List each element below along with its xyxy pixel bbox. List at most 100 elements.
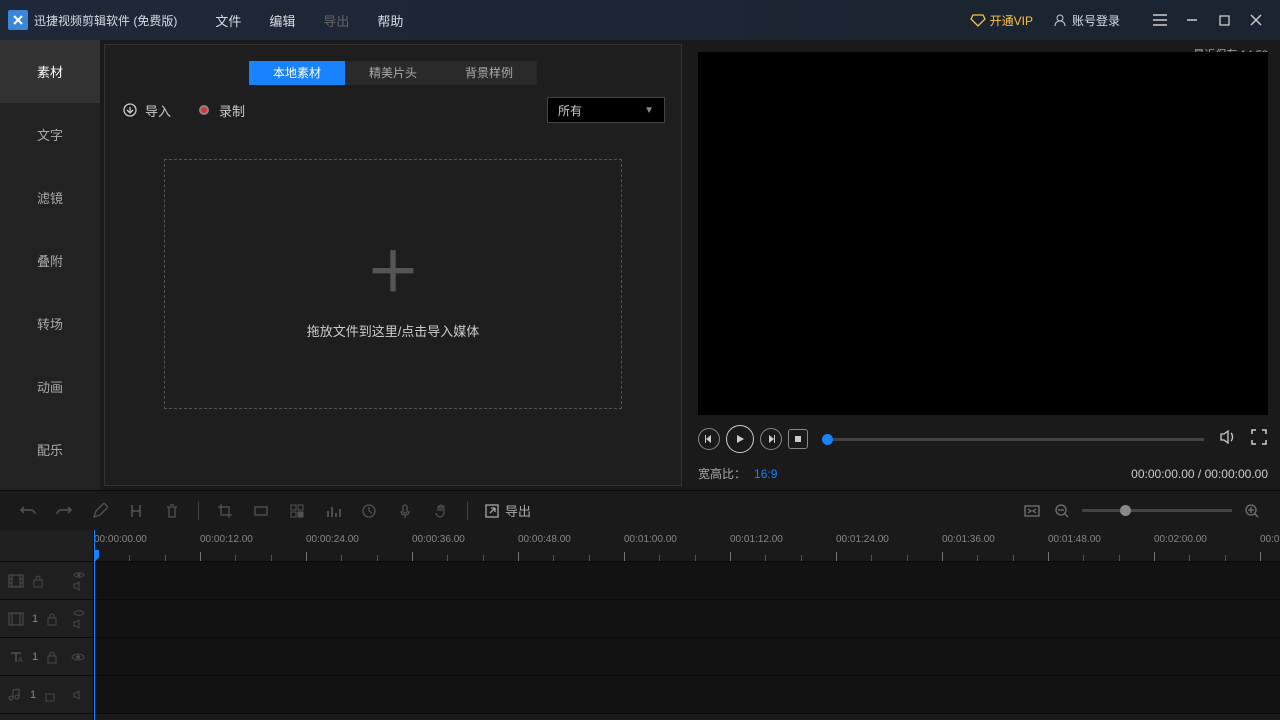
fit-button[interactable] — [1022, 501, 1042, 521]
eye-icon — [73, 609, 85, 617]
sidebar-item-music[interactable]: 配乐 — [0, 418, 100, 481]
next-frame-button[interactable] — [760, 428, 782, 450]
lock-icon — [44, 688, 56, 702]
sidebar-item-text[interactable]: 文字 — [0, 103, 100, 166]
filter-dropdown[interactable]: 所有 ▼ — [547, 97, 665, 123]
sidebar: 素材 文字 滤镜 叠附 转场 动画 配乐 — [0, 40, 100, 490]
import-icon — [121, 101, 139, 119]
track-row[interactable] — [94, 676, 1280, 714]
diamond-icon — [970, 12, 986, 28]
lock-icon — [46, 650, 58, 664]
vip-button[interactable]: 开通VIP — [970, 12, 1033, 29]
zoom-slider[interactable] — [1082, 509, 1232, 512]
music-icon — [8, 688, 22, 702]
track-head-video-1[interactable]: 1 — [0, 600, 93, 638]
track-row[interactable] — [94, 562, 1280, 600]
track-headers: 1 A 1 1 — [0, 530, 94, 720]
ruler-mark: 00:0 — [1260, 534, 1279, 545]
timeline: 1 A 1 1 00:00:00.0000:00:12.0000:00:24.0… — [0, 530, 1280, 720]
hand-button[interactable] — [431, 501, 451, 521]
aspect-button[interactable] — [251, 501, 271, 521]
ruler-mark: 00:01:12.00 — [730, 534, 783, 545]
timeline-body[interactable]: 00:00:00.0000:00:12.0000:00:24.0000:00:3… — [94, 530, 1280, 720]
timeline-toolbar: 导出 — [0, 490, 1280, 530]
sidebar-item-filter[interactable]: 滤镜 — [0, 166, 100, 229]
login-button[interactable]: 账号登录 — [1053, 12, 1120, 29]
track-head-audio-1[interactable]: 1 — [0, 676, 93, 714]
menu-file[interactable]: 文件 — [201, 11, 255, 30]
eye-icon — [73, 571, 85, 579]
speaker-icon — [1218, 427, 1238, 447]
ruler-mark: 00:02:00.00 — [1154, 534, 1207, 545]
speed-button[interactable] — [359, 501, 379, 521]
edit-tool-button[interactable] — [90, 501, 110, 521]
time-display: 00:00:00.00 / 00:00:00.00 — [1131, 467, 1268, 481]
ruler-mark: 00:01:36.00 — [942, 534, 995, 545]
lock-icon — [46, 612, 58, 626]
track-head-video-main[interactable] — [0, 562, 93, 600]
zoom-out-button[interactable] — [1052, 501, 1072, 521]
track-row[interactable] — [94, 600, 1280, 638]
hamburger-button[interactable] — [1144, 4, 1176, 36]
timeline-ruler[interactable]: 00:00:00.0000:00:12.0000:00:24.0000:00:3… — [94, 530, 1280, 562]
speaker-icon — [73, 690, 85, 700]
eye-icon — [71, 652, 85, 662]
play-button[interactable] — [726, 425, 754, 453]
prev-frame-button[interactable] — [698, 428, 720, 450]
undo-button[interactable] — [18, 501, 38, 521]
voice-button[interactable] — [395, 501, 415, 521]
record-button[interactable]: 录制 — [195, 101, 245, 120]
zoom-in-button[interactable] — [1242, 501, 1262, 521]
tab-background[interactable]: 背景样例 — [441, 61, 537, 85]
app-logo-icon — [8, 10, 28, 30]
fullscreen-button[interactable] — [1250, 428, 1268, 451]
track-head-text-1[interactable]: A 1 — [0, 638, 93, 676]
stop-button[interactable] — [788, 429, 808, 449]
menu-export[interactable]: 导出 — [309, 11, 363, 30]
timeline-export-button[interactable]: 导出 — [484, 501, 531, 520]
preview-progress[interactable] — [822, 438, 1204, 441]
volume-button[interactable] — [1218, 427, 1238, 452]
speaker-icon — [73, 581, 85, 591]
minimize-button[interactable] — [1176, 4, 1208, 36]
close-button[interactable] — [1240, 4, 1272, 36]
menu-edit[interactable]: 编辑 — [255, 11, 309, 30]
playhead[interactable] — [94, 530, 95, 720]
drop-zone-text: 拖放文件到这里/点击导入媒体 — [307, 321, 480, 340]
sidebar-item-transition[interactable]: 转场 — [0, 292, 100, 355]
lock-icon — [32, 574, 44, 588]
split-button[interactable] — [126, 501, 146, 521]
aspect-label: 宽高比： — [698, 465, 746, 482]
sidebar-item-media[interactable]: 素材 — [0, 40, 100, 103]
preview-viewport[interactable] — [698, 52, 1268, 415]
ruler-mark: 00:00:36.00 — [412, 534, 465, 545]
ruler-mark: 00:01:00.00 — [624, 534, 677, 545]
export-icon — [484, 503, 500, 519]
import-button[interactable]: 导入 — [121, 101, 171, 120]
redo-button[interactable] — [54, 501, 74, 521]
ruler-mark: 00:00:24.00 — [306, 534, 359, 545]
crop-button[interactable] — [215, 501, 235, 521]
sidebar-item-animation[interactable]: 动画 — [0, 355, 100, 418]
ruler-mark: 00:01:24.00 — [836, 534, 889, 545]
aspect-value[interactable]: 16:9 — [754, 467, 777, 481]
sidebar-item-overlay[interactable]: 叠附 — [0, 229, 100, 292]
tab-local-media[interactable]: 本地素材 — [249, 61, 345, 85]
tab-intro[interactable]: 精美片头 — [345, 61, 441, 85]
svg-text:A: A — [18, 657, 23, 664]
speaker-icon — [73, 619, 85, 629]
titlebar: 迅捷视频剪辑软件 (免费版) 文件 编辑 导出 帮助 开通VIP 账号登录 — [0, 0, 1280, 40]
fullscreen-icon — [1250, 428, 1268, 446]
plus-icon: ＋ — [366, 228, 420, 307]
chart-button[interactable] — [323, 501, 343, 521]
app-title: 迅捷视频剪辑软件 (免费版) — [34, 12, 177, 29]
mosaic-button[interactable] — [287, 501, 307, 521]
menu-help[interactable]: 帮助 — [363, 11, 417, 30]
ruler-mark: 00:00:12.00 — [200, 534, 253, 545]
delete-button[interactable] — [162, 501, 182, 521]
maximize-button[interactable] — [1208, 4, 1240, 36]
text-icon: A — [8, 650, 24, 664]
track-row[interactable] — [94, 638, 1280, 676]
media-drop-zone[interactable]: ＋ 拖放文件到这里/点击导入媒体 — [164, 159, 622, 409]
user-icon — [1053, 13, 1067, 27]
